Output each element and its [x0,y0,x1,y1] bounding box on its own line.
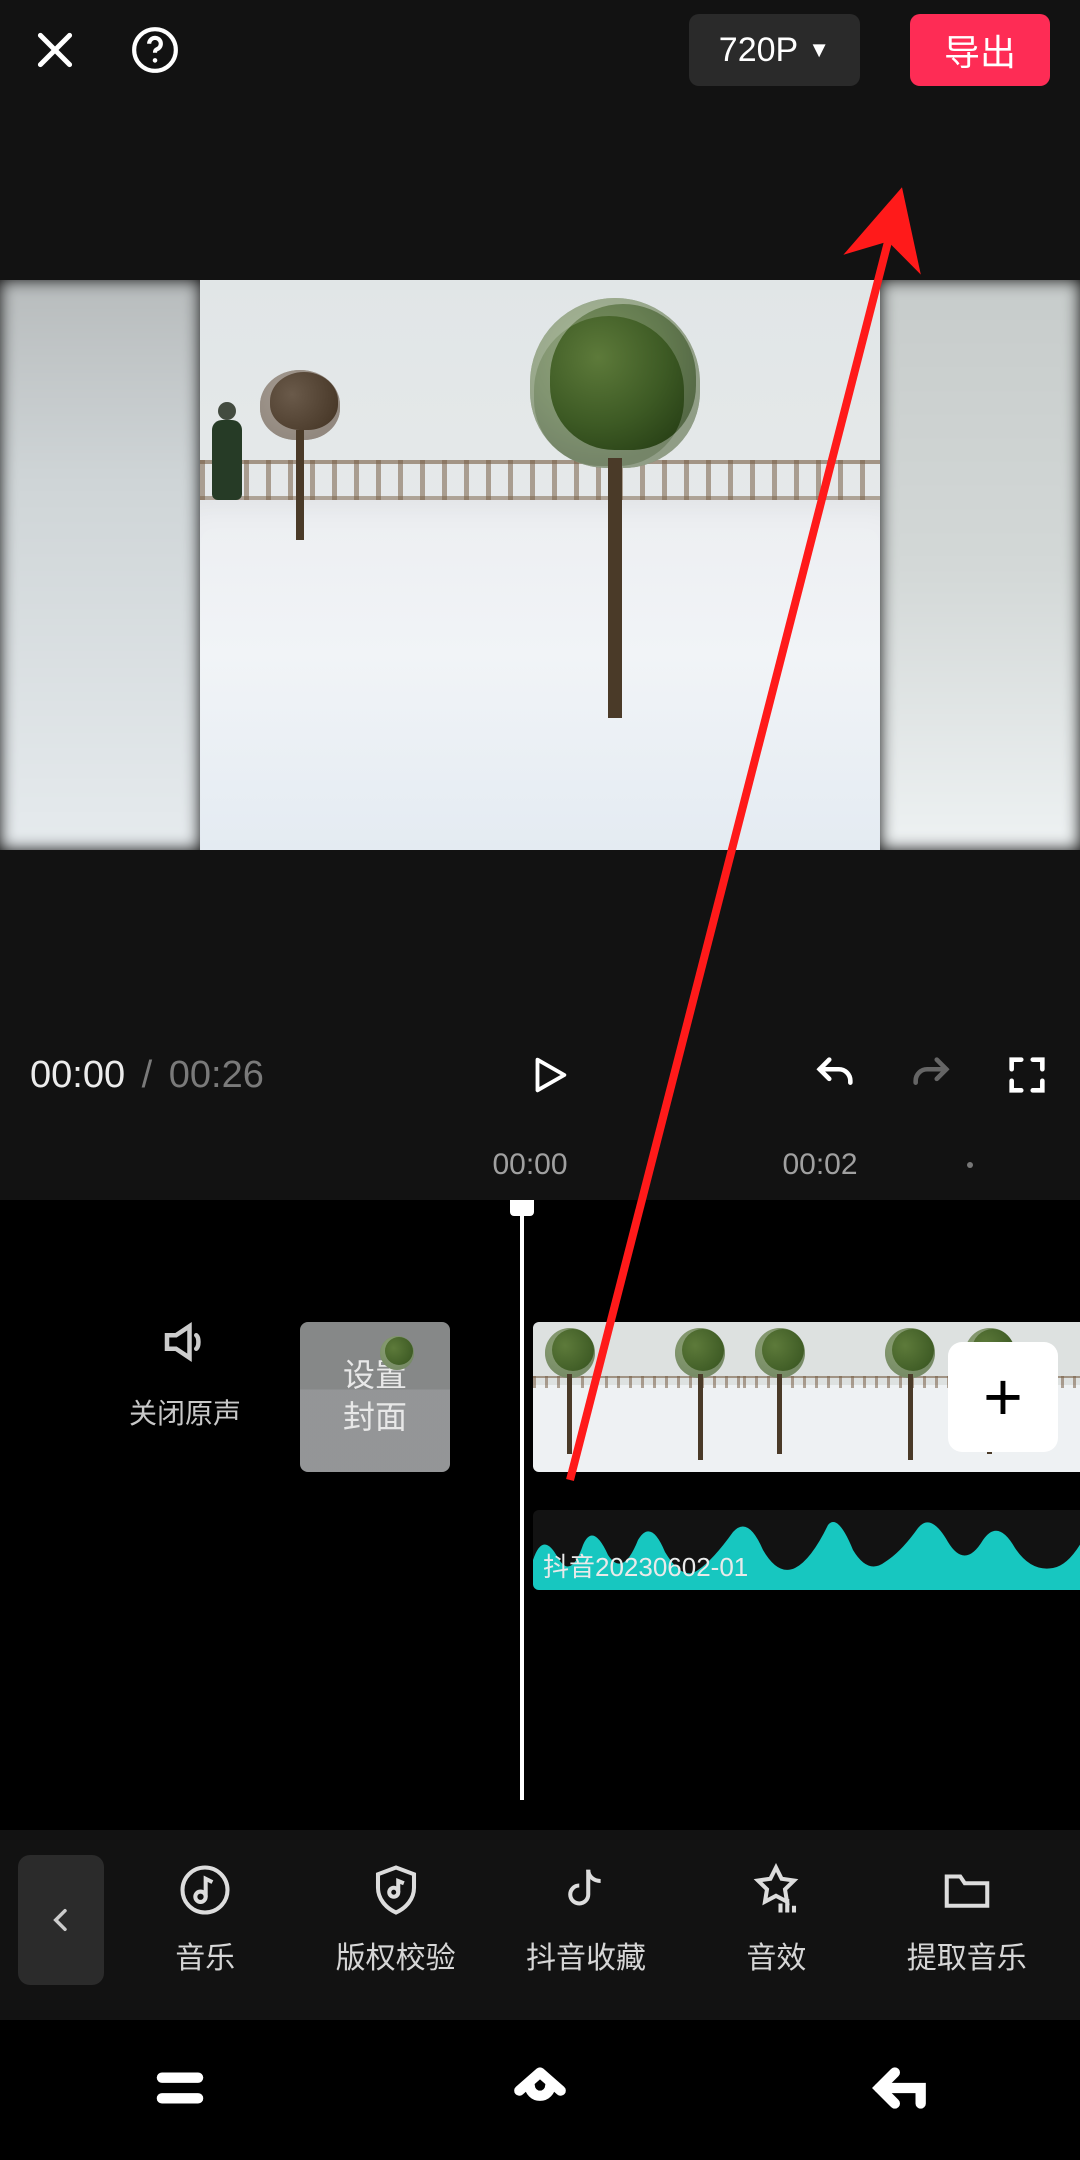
preview-blur-left [0,280,200,850]
timeline[interactable]: 关闭原声 设置 封面 + 抖音20230602-01 [0,1200,1080,1830]
current-time: 00:00 [30,1054,125,1096]
folder-icon [940,1863,994,1917]
mute-label: 关闭原声 [120,1392,250,1432]
redo-button[interactable] [908,1052,954,1098]
spacer [0,850,1080,1010]
douyin-icon [559,1863,613,1917]
resolution-label: 720P [719,31,798,70]
home-icon [509,2057,571,2119]
add-clip-button[interactable]: + [948,1342,1058,1452]
time-separator: / [136,1054,159,1096]
time-display: 00:00 / 00:26 [30,1054,264,1097]
chevron-left-icon [45,1904,77,1936]
playhead[interactable] [520,1200,524,1800]
tool-label: 版权校验 [336,1933,456,1977]
tool-label: 提取音乐 [907,1933,1027,1977]
tool-sound-fx[interactable]: 音效 [691,1863,861,1977]
set-cover-button[interactable]: 设置 封面 [300,1322,450,1472]
video-preview[interactable] [0,280,1080,850]
tool-label: 音效 [746,1933,806,1977]
plus-icon: + [983,1358,1023,1436]
nav-back-button[interactable] [869,2057,931,2124]
toolbar-back-button[interactable] [18,1855,104,1985]
ruler-mark: 00:00 [492,1148,567,1182]
cover-label: 设置 封面 [343,1355,407,1438]
playback-bar: 00:00 / 00:26 [0,1010,1080,1140]
total-time: 00:26 [169,1054,264,1096]
tool-label: 抖音收藏 [526,1933,646,1977]
fullscreen-button[interactable] [1004,1052,1050,1098]
system-nav-bar [0,2020,1080,2160]
star-bars-icon [749,1863,803,1917]
bottom-toolbar: 音乐 版权校验 抖音收藏 音效 [0,1830,1080,2020]
resolution-select[interactable]: 720P ▼ [689,14,860,86]
music-note-icon [178,1863,232,1917]
spacer [0,100,1080,280]
export-button[interactable]: 导出 [910,14,1050,86]
nav-home-button[interactable] [509,2057,571,2124]
tool-extract-music[interactable]: 提取音乐 [882,1863,1052,1977]
ruler-mark: 00:02 [782,1148,857,1182]
menu-icon [149,2057,211,2119]
tool-copyright[interactable]: 版权校验 [311,1863,481,1977]
tool-music[interactable]: 音乐 [120,1863,290,1977]
mute-original-audio[interactable]: 关闭原声 [120,1315,250,1432]
audio-clip[interactable]: 抖音20230602-01 [533,1510,1080,1590]
dropdown-icon: ▼ [808,37,830,63]
ruler-dot [967,1162,973,1168]
top-bar: 720P ▼ 导出 [0,0,1080,100]
back-icon [869,2057,931,2119]
timeline-ruler[interactable]: 00:00 00:02 [0,1140,1080,1200]
export-label: 导出 [944,24,1016,76]
play-button[interactable] [526,1052,572,1098]
preview-blur-right [880,280,1080,850]
close-button[interactable] [30,25,80,75]
audio-clip-name: 抖音20230602-01 [543,1547,748,1584]
tool-label: 音乐 [175,1933,235,1977]
undo-button[interactable] [812,1052,858,1098]
speaker-icon [158,1315,212,1369]
help-button[interactable] [130,25,180,75]
tool-douyin-fav[interactable]: 抖音收藏 [501,1863,671,1977]
preview-main [200,280,880,850]
nav-menu-button[interactable] [149,2057,211,2124]
shield-icon [369,1863,423,1917]
